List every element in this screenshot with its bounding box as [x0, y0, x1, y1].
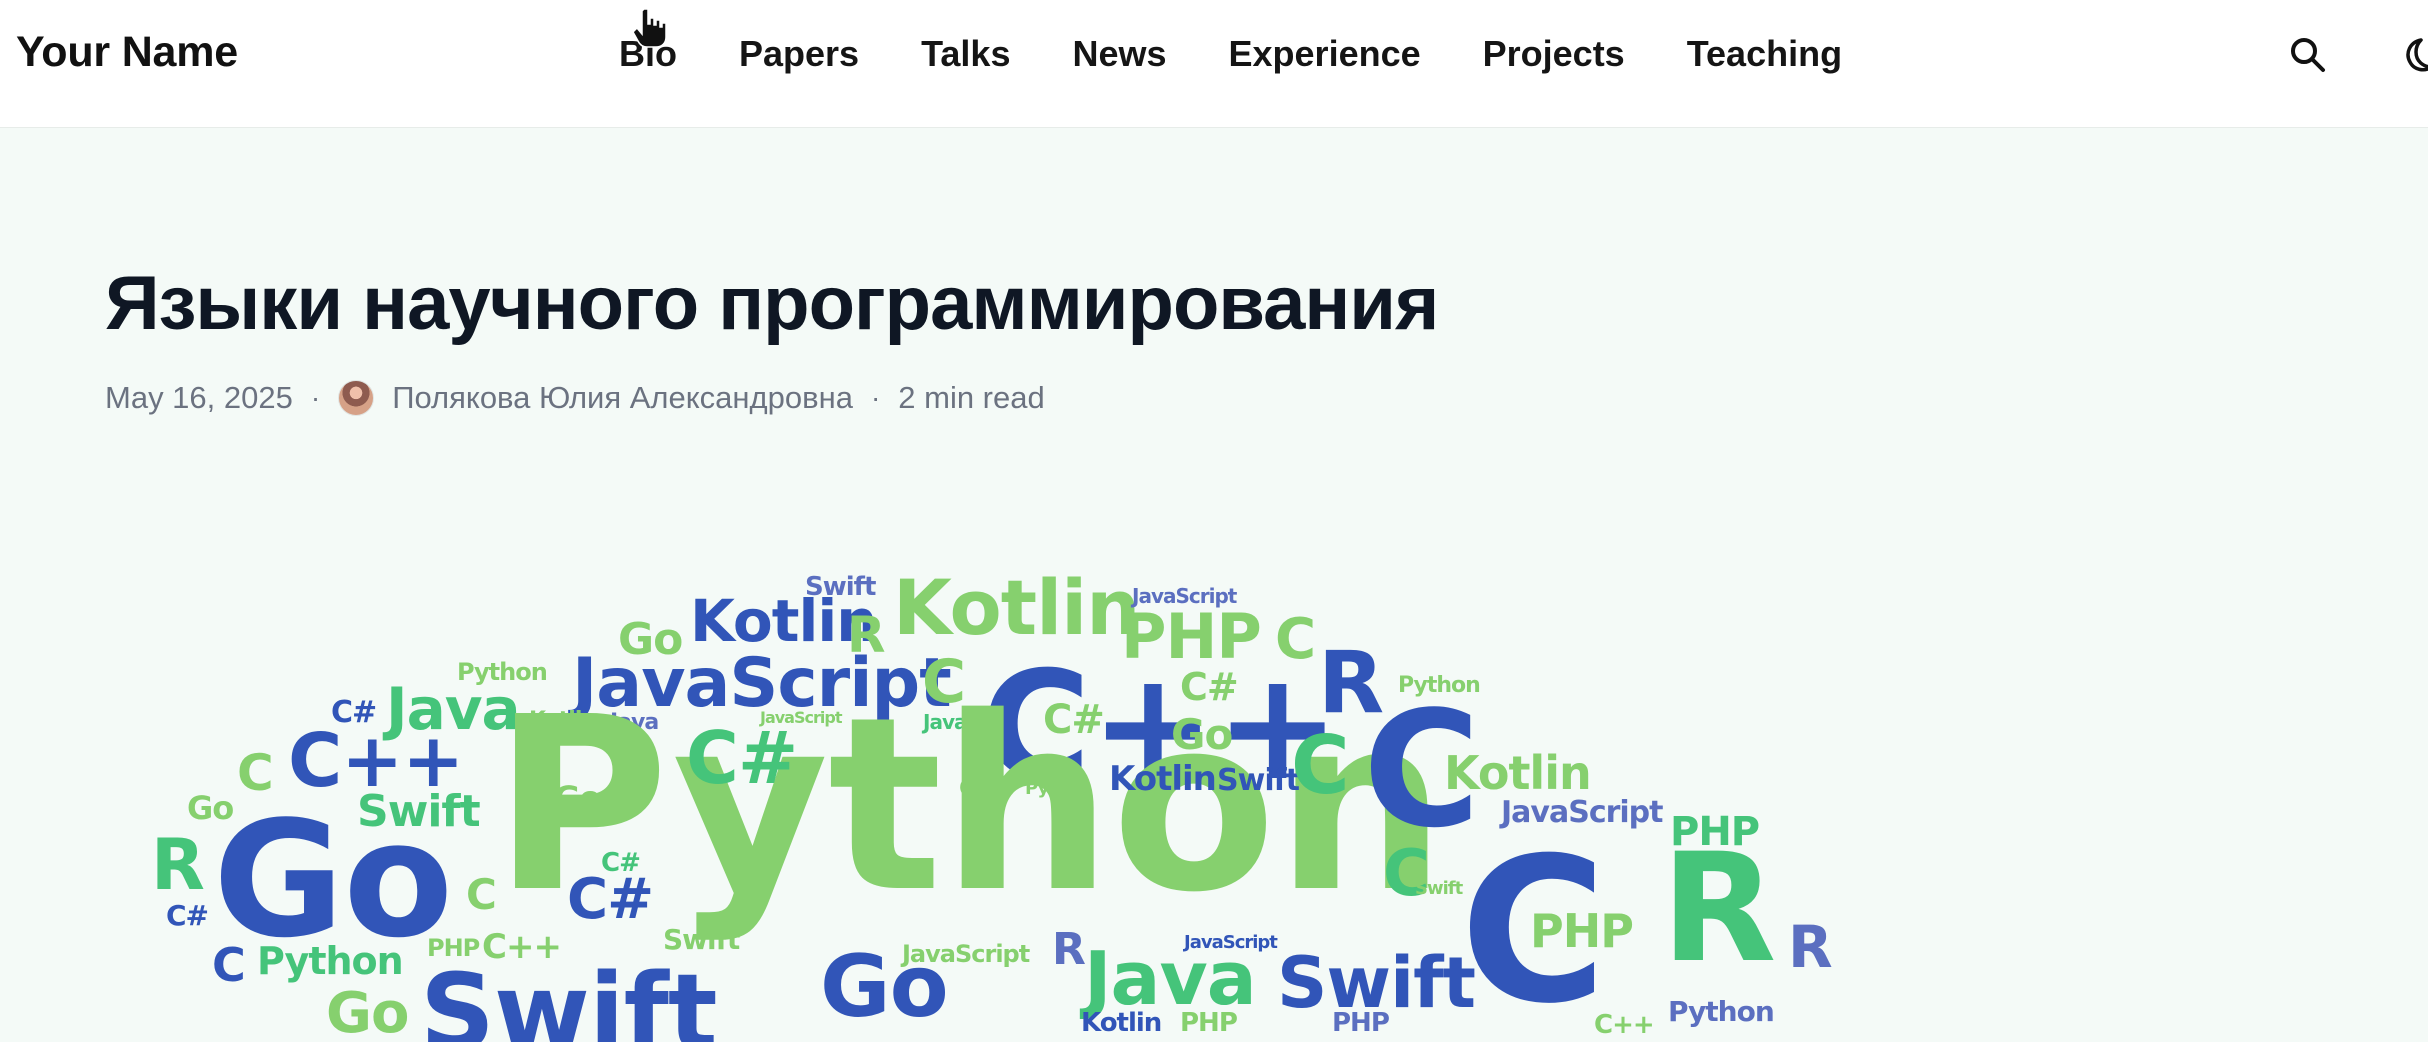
- word-cloud-word: Go: [326, 981, 409, 1042]
- word-cloud-word: Swift: [420, 951, 718, 1042]
- word-cloud-word: R: [151, 824, 205, 906]
- word-cloud-word: Go: [554, 779, 601, 817]
- word-cloud-word: Java: [1084, 936, 1257, 1022]
- article-meta: May 16, 2025 · Полякова Юлия Александров…: [105, 376, 1045, 420]
- word-cloud-word: R: [1788, 913, 1833, 981]
- word-cloud-word: Swift: [663, 923, 740, 956]
- word-cloud-word: C: [212, 938, 246, 992]
- word-cloud-word: PHP: [1180, 1008, 1238, 1038]
- article-title: Языки научного программирования: [105, 261, 1439, 346]
- main-navigation: Bio Papers Talks News Experience Project…: [619, 31, 1842, 77]
- word-cloud-word: C++: [1594, 1010, 1655, 1040]
- word-cloud-word: PHP: [1530, 904, 1634, 958]
- word-cloud-word: R: [1661, 822, 1777, 996]
- word-cloud-word: Python: [257, 939, 404, 983]
- word-cloud-word: C: [466, 870, 497, 919]
- word-cloud-word: Swift: [1415, 878, 1463, 899]
- nav-talks[interactable]: Talks: [921, 31, 1010, 77]
- word-cloud-word: Swift: [1217, 763, 1300, 798]
- nav-news[interactable]: News: [1072, 31, 1166, 77]
- word-cloud-word: C#: [686, 716, 798, 800]
- meta-separator: ·: [310, 382, 321, 413]
- site-brand[interactable]: Your Name: [16, 28, 238, 77]
- word-cloud-word: C#: [166, 899, 209, 932]
- moon-icon: [2406, 38, 2428, 72]
- word-cloud-word: Kotlin: [1444, 746, 1592, 800]
- search-button[interactable]: [2287, 34, 2329, 76]
- top-navigation-bar: Your Name Bio Papers Talks News Experien…: [0, 0, 2428, 128]
- word-cloud-word: Kotlin: [893, 563, 1140, 652]
- author-name[interactable]: Полякова Юлия Александровна: [392, 380, 853, 416]
- nav-experience[interactable]: Experience: [1229, 31, 1421, 77]
- word-cloud-word: C#: [601, 848, 641, 878]
- word-cloud-word: C++: [959, 774, 1015, 802]
- word-cloud-word: C: [1291, 719, 1350, 812]
- word-cloud-word: Python: [1668, 995, 1775, 1028]
- read-time: 2 min read: [898, 380, 1045, 415]
- nav-teaching[interactable]: Teaching: [1687, 31, 1842, 77]
- word-cloud-word: Go: [820, 937, 949, 1037]
- word-cloud-word: R: [1052, 924, 1086, 975]
- theme-toggle-button[interactable]: [2394, 34, 2428, 76]
- word-cloud-word: C#: [567, 867, 654, 932]
- search-icon: [2291, 38, 2325, 72]
- word-cloud-word: PHP: [1332, 1008, 1390, 1038]
- word-cloud-word: Kotlin: [1109, 759, 1217, 799]
- publish-date: May 16, 2025: [105, 380, 293, 415]
- programming-languages-word-cloud: Swift Kotlin Go R Kotlin JavaScript PHP …: [105, 540, 1895, 1042]
- author-avatar: [338, 380, 375, 416]
- nav-projects[interactable]: Projects: [1483, 31, 1625, 77]
- nav-papers[interactable]: Papers: [739, 31, 859, 77]
- word-cloud-word: Kotlin: [1081, 1008, 1162, 1038]
- word-cloud-word: Go: [213, 786, 453, 973]
- nav-bio[interactable]: Bio: [619, 31, 677, 77]
- word-cloud-word: Python: [1025, 778, 1092, 799]
- meta-separator: ·: [870, 382, 881, 413]
